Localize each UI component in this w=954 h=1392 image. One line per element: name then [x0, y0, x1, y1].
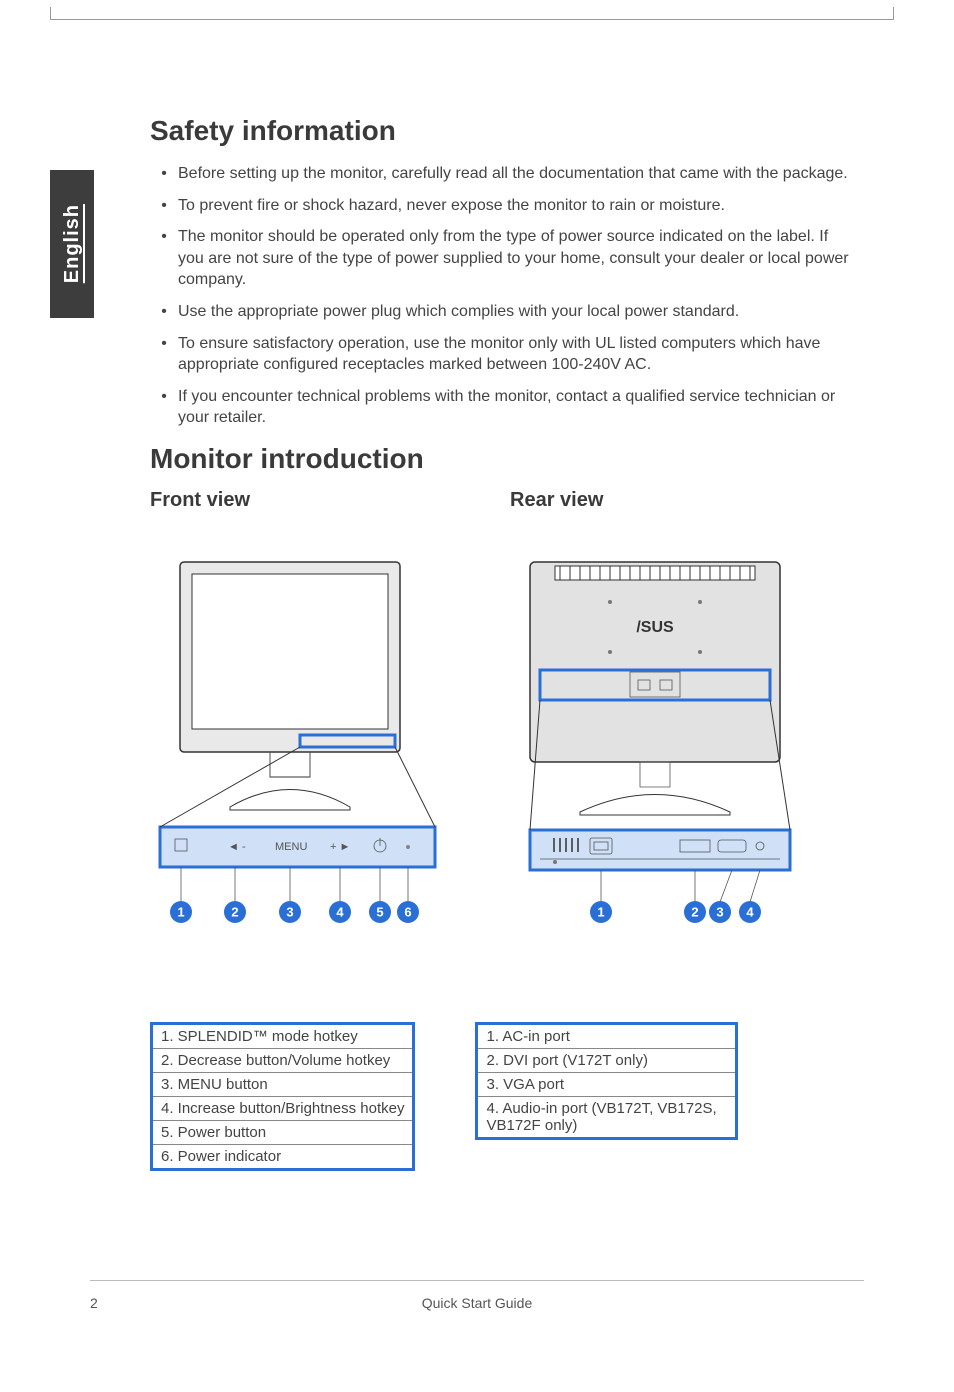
heading-monitor-intro: Monitor introduction: [150, 443, 850, 475]
legend-cell: 3. MENU button: [152, 1072, 414, 1096]
language-tab-label: English: [61, 204, 84, 283]
legend-cell: 1. SPLENDID™ mode hotkey: [152, 1023, 414, 1048]
svg-text:4: 4: [336, 904, 344, 919]
svg-text:1: 1: [177, 904, 184, 919]
legend-cell: 4. Increase button/Brightness hotkey: [152, 1096, 414, 1120]
svg-text:1: 1: [597, 904, 604, 919]
language-tab: English: [50, 170, 94, 318]
brand-logo: /SUS: [636, 619, 674, 636]
heading-safety: Safety information: [150, 115, 850, 147]
rear-legend-table: 1. AC-in port 2. DVI port (V172T only) 3…: [475, 1022, 738, 1140]
legend-cell: 6. Power indicator: [152, 1144, 414, 1169]
legend-cell: 4. Audio-in port (VB172T, VB172S, VB172F…: [477, 1096, 737, 1138]
svg-text:4: 4: [746, 904, 754, 919]
svg-text:◄ -: ◄ -: [228, 841, 246, 853]
bullet-text: Use the appropriate power plug which com…: [178, 301, 739, 323]
svg-text:2: 2: [231, 904, 238, 919]
heading-rear-view: Rear view: [510, 489, 810, 512]
svg-text:6: 6: [404, 904, 411, 919]
legend-cell: 2. DVI port (V172T only): [477, 1048, 737, 1072]
svg-text:3: 3: [716, 904, 723, 919]
bullet-text: The monitor should be operated only from…: [178, 226, 850, 291]
footer-title: Quick Start Guide: [130, 1295, 824, 1311]
legend-cell: 3. VGA port: [477, 1072, 737, 1096]
svg-text:2: 2: [691, 904, 698, 919]
rear-view-diagram: /SUS: [500, 552, 820, 932]
safety-bullets: •Before setting up the monitor, carefull…: [150, 163, 850, 429]
bullet-text: Before setting up the monitor, carefully…: [178, 163, 848, 185]
svg-text:3: 3: [286, 904, 293, 919]
legend-cell: 1. AC-in port: [477, 1023, 737, 1048]
bullet-text: To prevent fire or shock hazard, never e…: [178, 195, 725, 217]
bullet-text: To ensure satisfactory operation, use th…: [178, 333, 850, 376]
page-number: 2: [90, 1295, 130, 1311]
legend-cell: 2. Decrease button/Volume hotkey: [152, 1048, 414, 1072]
svg-text:+ ►: + ►: [330, 841, 350, 853]
legend-cell: 5. Power button: [152, 1120, 414, 1144]
front-legend-table: 1. SPLENDID™ mode hotkey 2. Decrease but…: [150, 1022, 415, 1171]
svg-text:5: 5: [376, 904, 383, 919]
bullet-text: If you encounter technical problems with…: [178, 386, 850, 429]
menu-button-label: MENU: [275, 841, 307, 853]
heading-front-view: Front view: [150, 489, 510, 512]
front-view-diagram: ◄ - MENU + ► 1 2 3 4: [150, 552, 460, 932]
